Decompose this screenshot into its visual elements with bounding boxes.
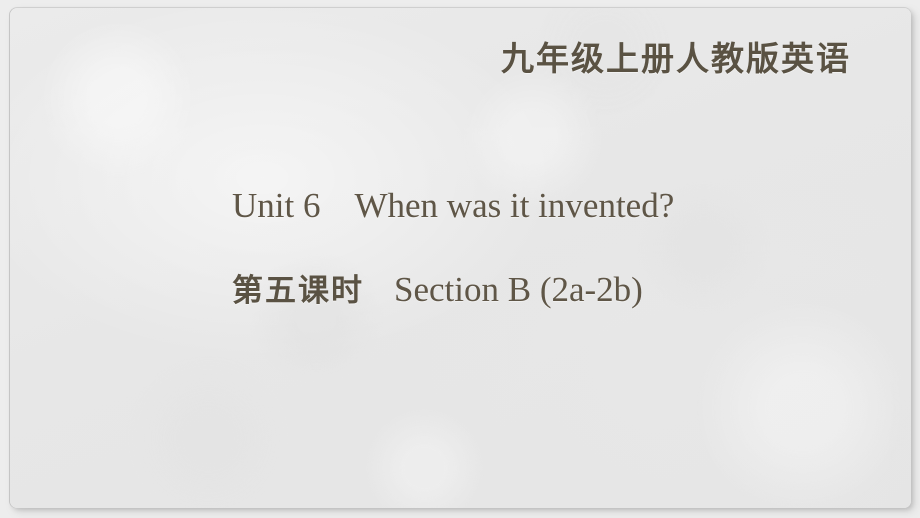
slide-stage: 九年级上册人教版英语 Unit 6 When was it invented? 第… [0, 0, 920, 518]
slide-panel: 九年级上册人教版英语 Unit 6 When was it invented? 第… [10, 8, 911, 508]
course-banner: 九年级上册人教版英语 [501, 39, 851, 78]
section-label: Section B (2a-2b) [394, 269, 643, 309]
unit-topic: When was it invented? [354, 186, 675, 225]
subtitle-line: 第五课时 Section B (2a-2b) [232, 268, 872, 312]
title-block: Unit 6 When was it invented? 第五课时 Section … [232, 184, 872, 312]
unit-label: Unit 6 [232, 186, 321, 225]
period-label: 第五课时 [232, 272, 364, 309]
page-title: Unit 6 When was it invented? [232, 184, 872, 228]
